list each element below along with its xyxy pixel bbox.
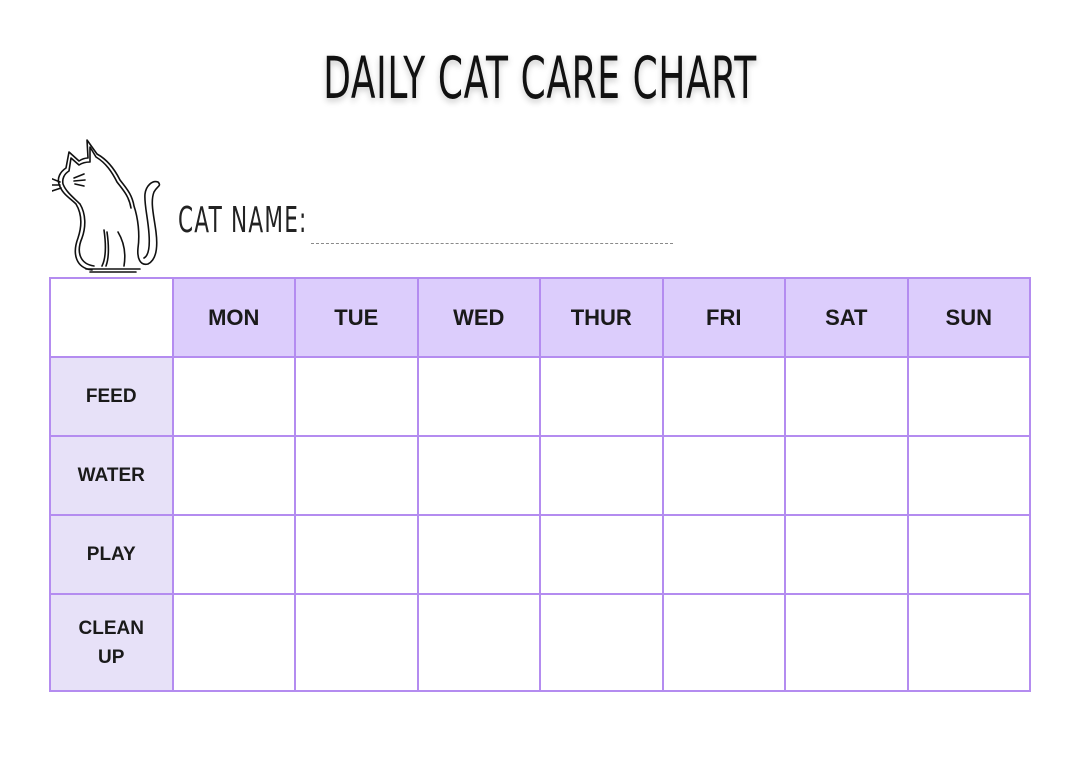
day-header-sun: SUN: [906, 277, 1031, 358]
checkbox-cell[interactable]: [906, 593, 1031, 692]
task-label-text-line-2: UP: [98, 646, 125, 668]
checkbox-cell[interactable]: [661, 356, 786, 437]
task-label-water: WATER: [49, 435, 174, 516]
day-header-mon: MON: [171, 277, 296, 358]
corner-cell: [49, 277, 174, 358]
checkbox-cell[interactable]: [539, 514, 664, 595]
day-header-sat: SAT: [784, 277, 909, 358]
table-row: CLEAN UP: [49, 593, 1031, 692]
task-label-clean-up: CLEAN UP: [49, 593, 174, 692]
day-header-tue: TUE: [294, 277, 419, 358]
checkbox-cell[interactable]: [171, 593, 296, 692]
checkbox-cell[interactable]: [171, 356, 296, 437]
task-label-text: WATER: [77, 465, 145, 486]
checkbox-cell[interactable]: [539, 356, 664, 437]
checkbox-cell[interactable]: [171, 514, 296, 595]
day-header-thur: THUR: [539, 277, 664, 358]
task-label-play: PLAY: [49, 514, 174, 595]
checkbox-cell[interactable]: [661, 593, 786, 692]
table-row: FEED: [49, 356, 1031, 437]
checkbox-cell[interactable]: [294, 593, 419, 692]
task-label-feed: FEED: [49, 356, 174, 437]
checkbox-cell[interactable]: [416, 514, 541, 595]
page-title: DAILY CAT CARE CHART: [323, 44, 757, 112]
cat-outline-icon: [52, 139, 161, 273]
checkbox-cell[interactable]: [294, 356, 419, 437]
cat-name-field[interactable]: [311, 243, 673, 244]
checkbox-cell[interactable]: [784, 514, 909, 595]
checkbox-cell[interactable]: [906, 356, 1031, 437]
checkbox-cell[interactable]: [661, 435, 786, 516]
checkbox-cell[interactable]: [171, 435, 296, 516]
task-label-text-line-1: CLEAN: [78, 617, 144, 639]
checkbox-cell[interactable]: [416, 593, 541, 692]
day-header-wed: WED: [416, 277, 541, 358]
checkbox-cell[interactable]: [294, 514, 419, 595]
checkbox-cell[interactable]: [784, 435, 909, 516]
checkbox-cell[interactable]: [906, 435, 1031, 516]
checkbox-cell[interactable]: [294, 435, 419, 516]
care-chart-table: MON TUE WED THUR FRI SAT SUN FEED WATER …: [49, 277, 1031, 692]
checkbox-cell[interactable]: [784, 356, 909, 437]
table-row: PLAY: [49, 514, 1031, 595]
checkbox-cell[interactable]: [784, 593, 909, 692]
table-row: WATER: [49, 435, 1031, 516]
checkbox-cell[interactable]: [416, 435, 541, 516]
checkbox-cell[interactable]: [661, 514, 786, 595]
checkbox-cell[interactable]: [906, 514, 1031, 595]
checkbox-cell[interactable]: [416, 356, 541, 437]
checkbox-cell[interactable]: [539, 593, 664, 692]
cat-name-label: CAT NAME:: [178, 200, 308, 241]
task-label-text: FEED: [85, 386, 137, 407]
checkbox-cell[interactable]: [539, 435, 664, 516]
task-label-text: PLAY: [86, 544, 136, 565]
table-header-row: MON TUE WED THUR FRI SAT SUN: [49, 277, 1031, 358]
day-header-fri: FRI: [661, 277, 786, 358]
